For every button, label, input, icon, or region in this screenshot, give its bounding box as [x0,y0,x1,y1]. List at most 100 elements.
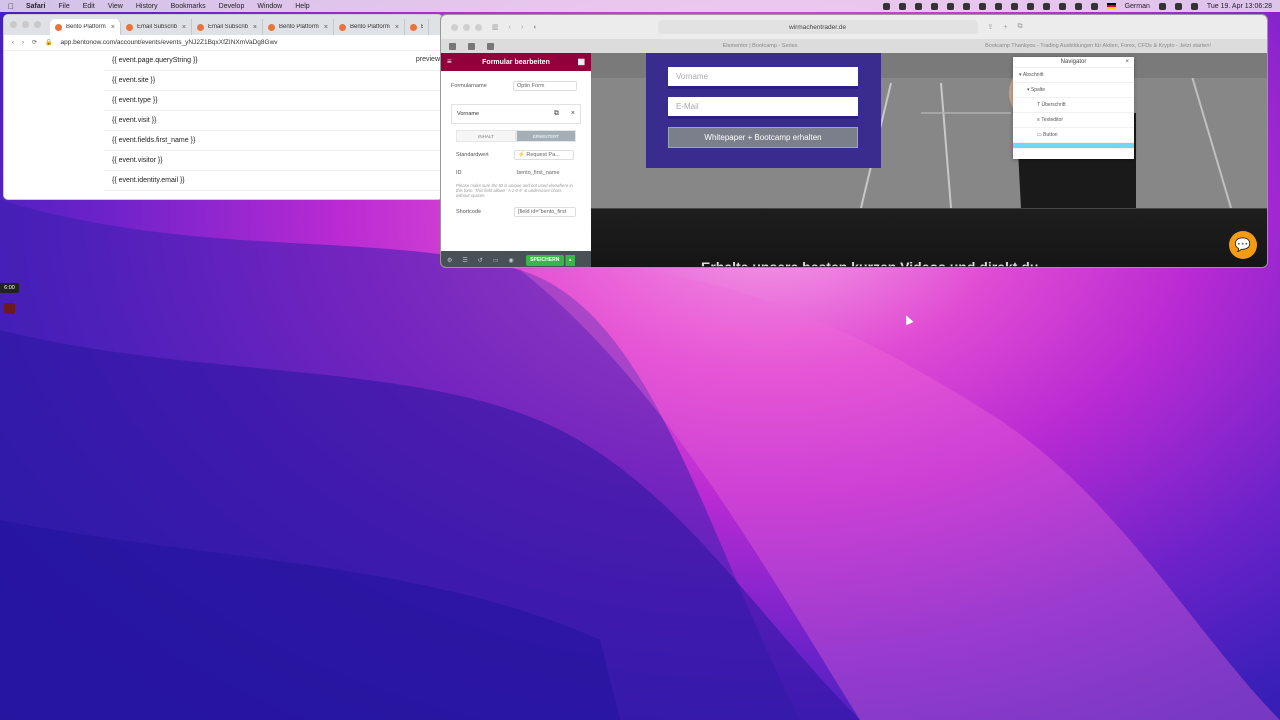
widgets-grid-icon[interactable]: ▦ [577,57,585,66]
settings-icon[interactable]: ⚙ [447,257,452,264]
url-field[interactable]: app.bentonow.com/account/events/events_y… [61,39,278,46]
template-icon[interactable] [487,42,494,50]
status-icon[interactable] [882,2,890,10]
zoom-window-button[interactable] [34,21,41,28]
email-input[interactable]: E-Mail [668,97,858,119]
preview-link[interactable]: preview [416,56,440,63]
menu-help[interactable]: Help [295,3,309,10]
close-tab-icon[interactable]: × [182,24,186,31]
save-options-button[interactable]: ▴ [564,254,575,266]
history-icon[interactable]: ↺ [478,257,483,264]
form-name-input[interactable]: Optin Form [513,81,577,91]
menu-history[interactable]: History [136,3,158,10]
share-icon[interactable]: ⇪ [988,23,994,31]
close-icon[interactable]: × [1125,59,1129,65]
browser-tab[interactable]: Email Subscrib × [192,19,263,35]
navigator-item[interactable]: ▾ Abschnitt [1013,68,1134,83]
elementor-icon[interactable] [449,42,456,50]
status-icon[interactable] [1010,2,1018,10]
menu-window[interactable]: Window [257,3,282,10]
minimize-window-button[interactable] [22,21,29,28]
forward-icon[interactable]: › [521,24,523,31]
navigator-icon[interactable]: ☰ [462,257,467,264]
chat-bubble-icon[interactable]: 💬 [1229,231,1257,259]
default-value-text: Request Pa... [526,152,560,158]
menu-edit[interactable]: Edit [83,3,95,10]
page-preview: Vorname E-Mail Whitepaper + Bootcamp erh… [591,53,1267,267]
menu-bookmarks[interactable]: Bookmarks [171,3,206,10]
submit-button[interactable]: Whitepaper + Bootcamp erhalten [668,127,858,148]
menu-app-name[interactable]: Safari [26,3,45,10]
browser-tab[interactable]: Bento Platform × [50,19,121,35]
status-icon[interactable] [898,2,906,10]
new-tab-icon[interactable]: + [1003,24,1007,31]
browser-tab[interactable]: Bento Platform × [334,19,405,35]
sidebar-icon[interactable]: ▥ [492,23,499,31]
safari-tab[interactable]: Bootcamp Thankyou - Trading Ausbildungen… [929,43,1267,49]
lock-icon: 🔒 [45,40,53,46]
status-icon[interactable] [1074,2,1082,10]
navigator-item-selected[interactable] [1013,143,1134,149]
close-tab-icon[interactable]: × [253,24,257,31]
apple-icon[interactable]:  [8,2,14,11]
menubar-clock[interactable]: Tue 19. Apr 13:06:28 [1207,3,1272,10]
status-icon[interactable] [946,2,954,10]
save-button[interactable]: SPEICHERN [525,254,564,266]
status-icon[interactable] [962,2,970,10]
responsive-icon[interactable]: ▭ [493,257,499,264]
close-tab-icon[interactable]: × [111,24,115,31]
panel-footer: ⚙ ☰ ↺ ▭ ◉ SPEICHERN ▴ [441,251,591,267]
close-window-button[interactable] [10,21,17,28]
status-icon[interactable] [930,2,938,10]
back-icon[interactable]: ‹ [12,40,14,46]
stop-recording-button[interactable] [4,303,15,314]
tab-content[interactable]: INHALT [456,130,516,142]
close-tab-icon[interactable]: × [324,24,328,31]
menu-icon[interactable]: ≡ [447,57,452,66]
preview-icon[interactable]: ◉ [508,257,513,264]
browser-tab[interactable]: Bent [405,19,429,35]
close-icon[interactable]: × [571,110,575,118]
close-window-button[interactable] [451,23,458,31]
tab-overview-icon[interactable]: ⧉ [1018,23,1023,31]
input-language[interactable]: German [1125,3,1150,10]
forward-icon[interactable]: › [22,40,24,46]
menu-file[interactable]: File [58,3,69,10]
control-center-icon[interactable] [1190,2,1198,10]
privacy-icon[interactable]: ◐ [533,24,537,31]
default-value-input[interactable]: ⚡ Request Pa... [514,150,574,160]
status-icon[interactable] [1058,2,1066,10]
duplicate-icon[interactable]: ⧉ [554,110,559,118]
menu-view[interactable]: View [108,3,123,10]
browser-tab[interactable]: Email Subscrib × [121,19,192,35]
status-icon[interactable] [1042,2,1050,10]
back-icon[interactable]: ‹ [509,24,511,31]
tab-title: Bent [421,24,423,30]
navigator-item[interactable]: ▾ Spalte [1013,83,1134,98]
status-icon[interactable] [1026,2,1034,10]
status-icon[interactable] [914,2,922,10]
status-icon[interactable] [994,2,1002,10]
minimize-window-button[interactable] [463,23,470,31]
shortcode-field[interactable]: [field id="bento_first [514,207,576,217]
reload-icon[interactable]: ⟳ [32,39,37,46]
status-icon[interactable] [978,2,986,10]
navigator-item[interactable]: ≡ Texteditor [1013,113,1134,128]
firstname-input[interactable]: Vorname [668,67,858,89]
layers-icon[interactable] [468,42,475,50]
zoom-window-button[interactable] [475,23,482,31]
navigator-item[interactable]: ▭ Button [1013,128,1134,143]
search-icon[interactable] [1174,2,1182,10]
browser-tab[interactable]: Bento Platform × [263,19,334,35]
id-input[interactable]: bento_first_name [514,168,574,178]
form-field-item[interactable]: Vorname ⧉ × [451,104,581,124]
list-item: {{ event.visitor }} [104,151,440,171]
close-tab-icon[interactable]: × [395,24,399,31]
menu-develop[interactable]: Develop [219,3,245,10]
navigator-item[interactable]: T Überschrift [1013,98,1134,113]
safari-tab[interactable]: Elementor | Bootcamp - Series [591,43,929,49]
battery-icon[interactable] [1158,2,1166,10]
safari-url-field[interactable]: wirmachentrader.de [657,20,978,34]
tab-advanced[interactable]: ERWEITERT [516,130,576,142]
wifi-icon[interactable] [1090,2,1098,10]
